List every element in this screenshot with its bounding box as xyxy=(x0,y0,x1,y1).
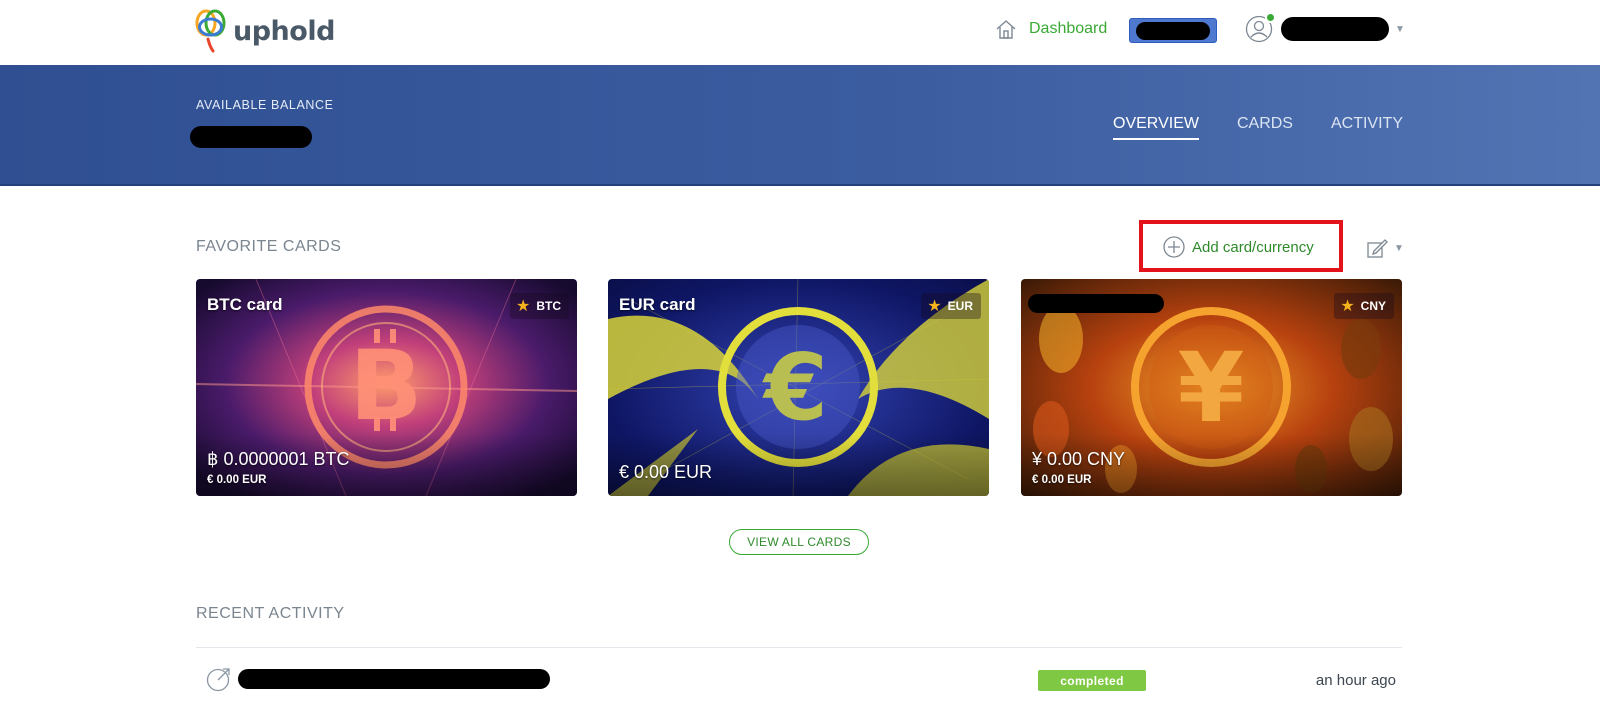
favorite-cards-title: FAVORITE CARDS xyxy=(196,238,342,255)
currency-code: EUR xyxy=(947,299,973,313)
activity-row[interactable]: completed an hour ago xyxy=(196,658,1402,702)
edit-favorites-button[interactable]: ▼ xyxy=(1366,237,1404,259)
tab-cards[interactable]: CARDS xyxy=(1237,115,1293,140)
view-all-cards-button[interactable]: VIEW ALL CARDS xyxy=(729,529,869,555)
tab-activity[interactable]: ACTIVITY xyxy=(1331,115,1403,140)
card-balance-eur: € 0.00 EUR xyxy=(1032,474,1092,486)
card-name: BTC card xyxy=(207,295,283,314)
balance-value-redacted xyxy=(190,126,312,148)
favorite-card-eur[interactable]: € EUR card ★ EUR € 0.00 EUR xyxy=(608,279,989,496)
card-name: EUR card xyxy=(619,295,696,314)
chevron-down-icon: ▼ xyxy=(1395,23,1405,35)
avatar xyxy=(1245,12,1276,43)
add-card-button[interactable]: Add card/currency xyxy=(1163,236,1314,258)
activity-description-redacted xyxy=(238,669,550,689)
edit-icon xyxy=(1367,239,1388,258)
currency-code: BTC xyxy=(536,299,561,313)
dashboard-link[interactable]: Dashboard xyxy=(995,18,1107,40)
svg-text:B: B xyxy=(349,330,422,442)
top-bar: uphold Dashboard ▼ xyxy=(0,0,1600,65)
transfer-out-icon xyxy=(206,668,230,692)
favorite-card-btc[interactable]: B BTC card ★ BTC ฿ 0.0000001 BTC € 0.00 … xyxy=(196,279,577,496)
redaction-mark xyxy=(1136,22,1210,40)
home-icon xyxy=(996,20,1016,39)
star-icon: ★ xyxy=(927,298,942,315)
card-balance: ¥ 0.00 CNY xyxy=(1032,449,1126,469)
brand-name: uphold xyxy=(233,15,335,47)
dashboard-label: Dashboard xyxy=(1029,20,1108,37)
card-balance-eur: € 0.00 EUR xyxy=(207,474,267,486)
balance-header: AVAILABLE BALANCE OVERVIEW CARDS ACTIVIT… xyxy=(0,65,1600,186)
section-divider xyxy=(196,647,1402,648)
currency-badge: ★ CNY xyxy=(1334,293,1394,319)
currency-badge: ★ BTC xyxy=(509,293,569,319)
star-icon: ★ xyxy=(515,298,531,315)
plus-circle-icon xyxy=(1163,236,1185,258)
card-balance: € 0.00 EUR xyxy=(619,462,713,482)
verified-check-icon xyxy=(1265,12,1276,23)
status-badge: completed xyxy=(1038,670,1146,691)
uphold-logo-icon xyxy=(195,9,226,53)
favorite-card-cny[interactable]: ¥ ★ CNY ¥ 0.00 CNY € 0.00 EUR xyxy=(1021,279,1402,496)
uphold-logo[interactable]: uphold xyxy=(195,9,335,53)
balance-label: AVAILABLE BALANCE xyxy=(196,98,334,112)
svg-text:¥: ¥ xyxy=(1178,332,1245,444)
card-balance: ฿ 0.0000001 BTC xyxy=(207,449,350,469)
svg-text:€: € xyxy=(762,334,828,441)
user-menu[interactable]: ▼ xyxy=(1245,12,1405,43)
tab-overview[interactable]: OVERVIEW xyxy=(1113,115,1199,140)
redacted-button[interactable] xyxy=(1129,18,1217,43)
chevron-down-icon: ▼ xyxy=(1394,242,1404,254)
section-tabs: OVERVIEW CARDS ACTIVITY xyxy=(1113,115,1403,140)
card-name-redacted xyxy=(1028,294,1164,313)
add-card-label: Add card/currency xyxy=(1192,238,1314,256)
activity-timestamp: an hour ago xyxy=(1315,672,1396,689)
recent-activity-title: RECENT ACTIVITY xyxy=(196,605,345,622)
currency-badge: ★ EUR xyxy=(921,293,981,319)
currency-code: CNY xyxy=(1360,299,1386,313)
user-name-redacted xyxy=(1281,17,1389,41)
star-icon: ★ xyxy=(1340,298,1355,315)
